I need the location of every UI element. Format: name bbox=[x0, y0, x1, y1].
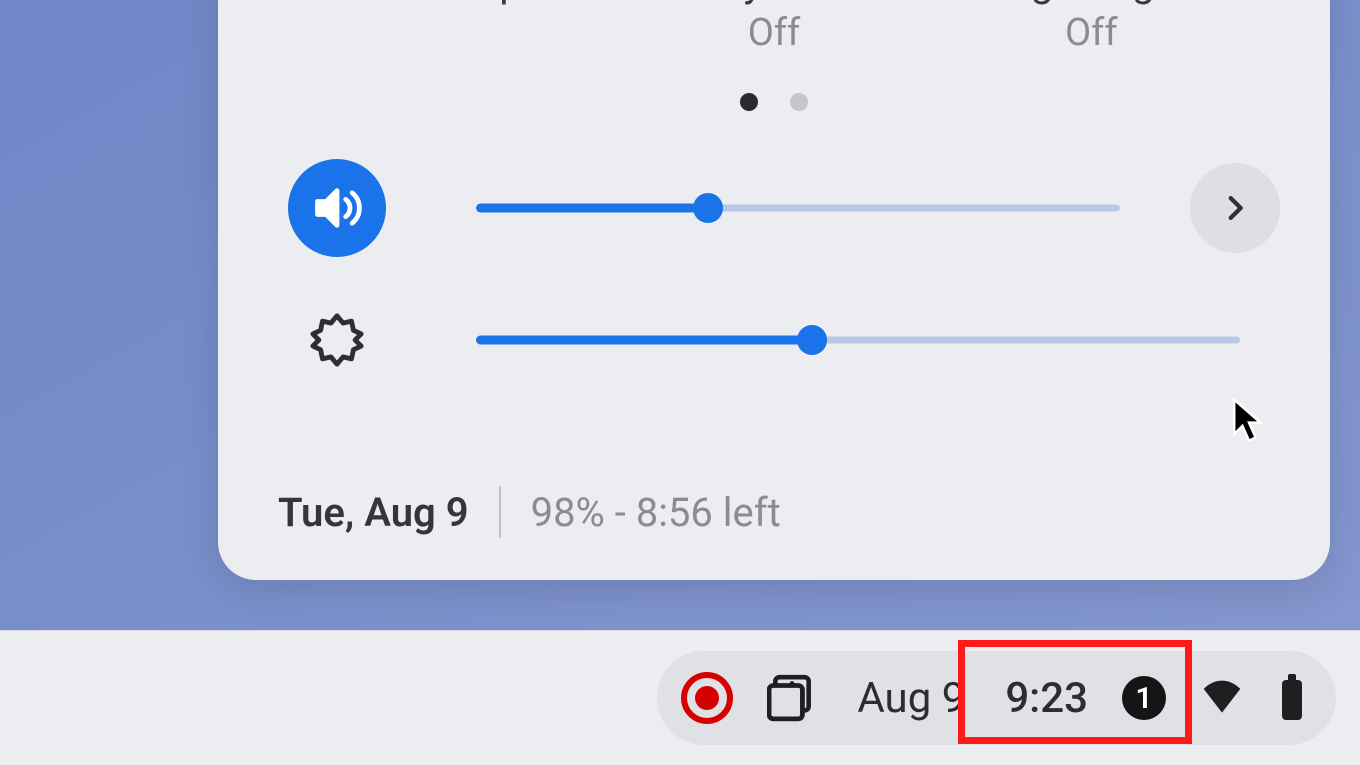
volume-slider-row bbox=[288, 153, 1280, 263]
page-indicator[interactable] bbox=[258, 93, 1290, 111]
quick-tiles-row: Screen capture Nearby visibili… Off Nigh… bbox=[258, 0, 1290, 55]
status-area[interactable]: Aug 9 9:23 1 bbox=[657, 651, 1336, 745]
inbox-download-icon[interactable] bbox=[767, 673, 817, 723]
tile-title: Screen capture bbox=[298, 0, 615, 7]
tile-subtitle: Off bbox=[615, 11, 932, 55]
tile-nearby-visibility[interactable]: Nearby visibili… Off bbox=[615, 0, 932, 55]
volume-slider[interactable] bbox=[476, 193, 1120, 223]
tile-title: Night Light bbox=[933, 0, 1250, 7]
tile-screen-capture[interactable]: Screen capture bbox=[298, 0, 615, 55]
slider-track-fill bbox=[476, 336, 812, 345]
volume-icon[interactable] bbox=[288, 159, 386, 257]
shelf-date: Aug 9 bbox=[857, 674, 965, 723]
battery-icon bbox=[1278, 674, 1306, 722]
footer-separator bbox=[499, 486, 501, 538]
quick-settings-panel: Screen capture Nearby visibili… Off Nigh… bbox=[218, 0, 1330, 580]
brightness-slider[interactable] bbox=[476, 325, 1240, 355]
page-dot-1[interactable] bbox=[740, 93, 758, 111]
brightness-slider-row bbox=[288, 285, 1280, 395]
tile-night-light[interactable]: Night Light Off bbox=[933, 0, 1250, 55]
tile-subtitle: Off bbox=[933, 11, 1250, 55]
shelf-time: 9:23 bbox=[1005, 674, 1088, 723]
panel-battery: 98% - 8:56 left bbox=[531, 489, 781, 536]
panel-footer: Tue, Aug 9 98% - 8:56 left bbox=[278, 486, 781, 538]
audio-settings-button[interactable] bbox=[1190, 163, 1280, 253]
slider-thumb[interactable] bbox=[693, 193, 723, 223]
slider-thumb[interactable] bbox=[797, 325, 827, 355]
shelf: Aug 9 9:23 1 bbox=[0, 630, 1360, 765]
brightness-icon bbox=[288, 291, 386, 389]
tile-title: Nearby visibili… bbox=[615, 0, 932, 7]
slider-track-fill bbox=[476, 204, 708, 213]
notification-count: 1 bbox=[1135, 681, 1152, 716]
wifi-icon bbox=[1200, 676, 1244, 720]
stop-recording-icon[interactable] bbox=[681, 672, 733, 724]
chevron-right-icon bbox=[1218, 191, 1252, 225]
panel-date[interactable]: Tue, Aug 9 bbox=[278, 489, 469, 536]
page-dot-2[interactable] bbox=[790, 93, 808, 111]
notification-count-badge[interactable]: 1 bbox=[1122, 676, 1166, 720]
